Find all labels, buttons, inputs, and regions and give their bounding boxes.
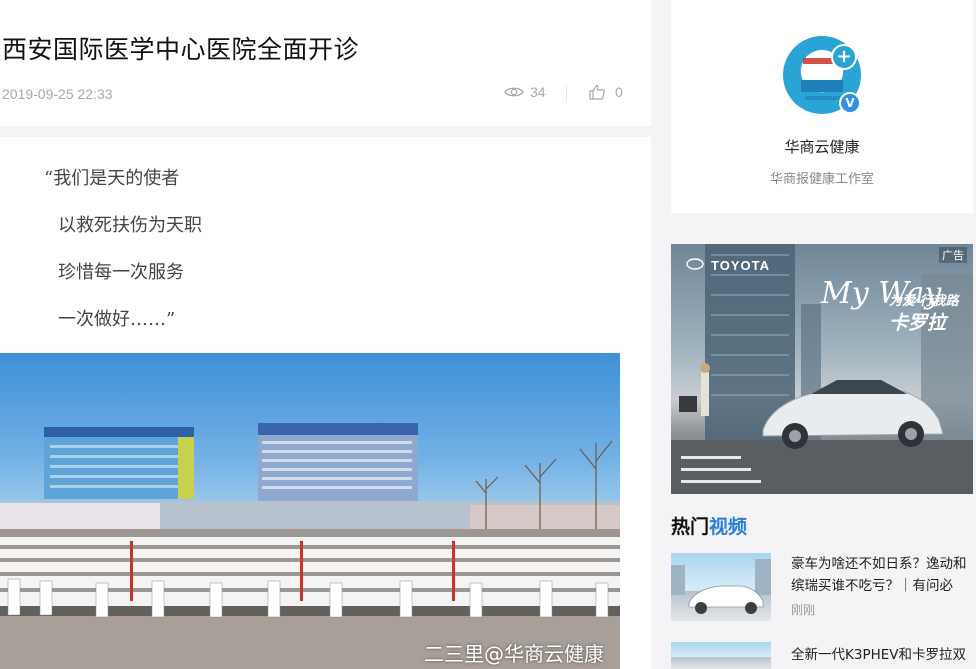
poem-line: 珍惜每一次服务 bbox=[58, 262, 184, 283]
like-count-value: 0 bbox=[615, 84, 623, 100]
article-title: 西安国际医学中心医院全面开诊 bbox=[2, 35, 360, 64]
poem-line: “我们是天的使者 bbox=[44, 168, 180, 189]
ad-label: 广告 bbox=[939, 247, 967, 263]
meta-divider bbox=[566, 86, 567, 102]
eye-icon bbox=[504, 87, 524, 97]
view-count: 34 bbox=[504, 84, 546, 100]
thumbs-up-icon bbox=[589, 84, 605, 100]
advertisement[interactable]: 广告 TOYOTA My Way 为爱 行我路 卡罗拉 bbox=[671, 244, 973, 494]
author-name[interactable]: 华商云健康 bbox=[671, 136, 973, 157]
avatar[interactable]: + V bbox=[783, 36, 861, 114]
video-title[interactable]: 全新一代K3PHEV和卡罗拉双 bbox=[791, 644, 973, 666]
poem-line: 一次做好……” bbox=[58, 309, 176, 330]
photo-illustration bbox=[0, 423, 620, 669]
video-item[interactable]: 全新一代K3PHEV和卡罗拉双 bbox=[671, 642, 973, 669]
page: 西安国际医学中心医院全面开诊 2019-09-25 22:33 34 0 “我们… bbox=[0, 0, 976, 669]
hot-videos-title: 热门视频 bbox=[671, 512, 747, 539]
article-header: 西安国际医学中心医院全面开诊 2019-09-25 22:33 34 0 bbox=[0, 0, 651, 126]
video-thumbnail[interactable] bbox=[671, 642, 771, 669]
video-thumbnail-art bbox=[671, 559, 771, 614]
image-watermark: 二三里@华商云健康 bbox=[424, 642, 604, 666]
hot-videos-title-part2: 视频 bbox=[709, 516, 748, 538]
video-meta: 刚刚 bbox=[791, 603, 816, 617]
poem-line: 以救死扶伤为天职 bbox=[58, 215, 202, 236]
author-card: + V 华商云健康 华商报健康工作室 bbox=[671, 0, 973, 213]
article-body: “我们是天的使者 以救死扶伤为天职 珍惜每一次服务 一次做好……” 二三里@华商… bbox=[0, 137, 651, 669]
verified-icon: V bbox=[839, 92, 861, 114]
ad-slogan: 为爱 行我路 bbox=[889, 294, 959, 309]
video-item[interactable]: 豪车为啥还不如日系？逸动和缤瑞买谁不吃亏？｜有问必 刚刚 bbox=[671, 553, 973, 625]
video-thumbnail[interactable] bbox=[671, 553, 771, 621]
video-title[interactable]: 豪车为啥还不如日系？逸动和缤瑞买谁不吃亏？｜有问必 bbox=[791, 553, 973, 597]
author-description: 华商报健康工作室 bbox=[769, 172, 874, 187]
hot-videos-title-part1: 热门 bbox=[671, 516, 710, 538]
hospital-ceremony-photo[interactable]: 二三里@华商云健康 bbox=[0, 353, 620, 669]
ad-model: 卡罗拉 bbox=[889, 312, 947, 334]
plus-icon: + bbox=[831, 44, 857, 70]
view-count-value: 34 bbox=[530, 84, 546, 100]
like-button[interactable]: 0 bbox=[589, 84, 623, 100]
publish-date: 2019-09-25 22:33 bbox=[2, 86, 113, 102]
ad-brand: TOYOTA bbox=[711, 258, 770, 273]
